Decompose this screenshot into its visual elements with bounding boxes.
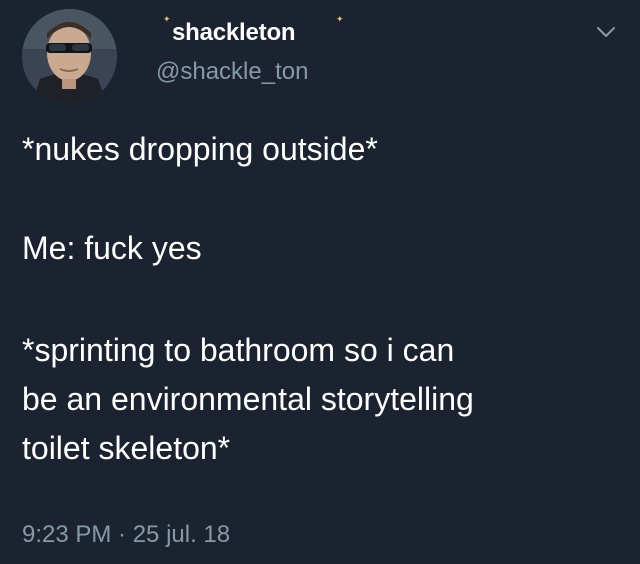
avatar[interactable] [22,9,117,104]
tweet-line-2: Me: fuck yes [22,230,202,266]
tweet-line-3: *sprinting to bathroom so i can [22,332,455,368]
emoji-right: ✦ [336,14,344,24]
tweet-card: ✦ shackleton ✦ @shackle_ton *nukes dropp… [0,0,640,564]
tweet-line-5: toilet skeleton* [22,430,231,466]
tweet-line-4: be an environmental storytelling [22,381,474,417]
chevron-down-icon[interactable] [596,25,616,39]
user-handle[interactable]: @shackle_ton [156,58,308,86]
display-name[interactable]: shackleton [172,19,296,47]
emoji-left: ✦ [163,14,171,24]
tweet-line-1: *nukes dropping outside* [22,131,378,167]
avatar-icon [22,9,117,104]
tweet-timestamp[interactable]: 9:23 PM · 25 jul. 18 [22,521,230,549]
